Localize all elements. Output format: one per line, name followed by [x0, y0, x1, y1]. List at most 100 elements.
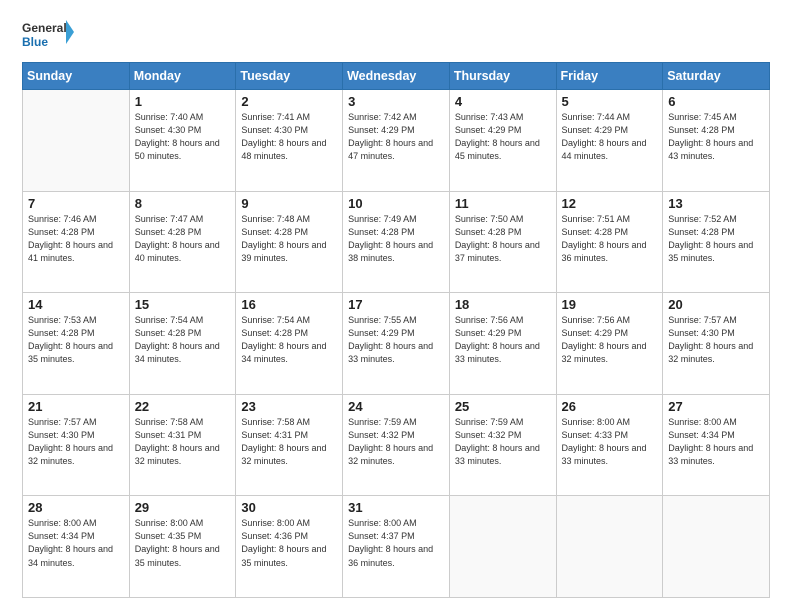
day-header: Thursday	[449, 63, 556, 90]
day-header: Wednesday	[343, 63, 450, 90]
calendar-cell	[449, 496, 556, 598]
cell-info: Sunrise: 7:59 AM Sunset: 4:32 PM Dayligh…	[348, 416, 444, 468]
calendar-cell: 15Sunrise: 7:54 AM Sunset: 4:28 PM Dayli…	[129, 293, 236, 395]
calendar-week-row: 1Sunrise: 7:40 AM Sunset: 4:30 PM Daylig…	[23, 90, 770, 192]
cell-info: Sunrise: 8:00 AM Sunset: 4:36 PM Dayligh…	[241, 517, 337, 569]
calendar-cell: 19Sunrise: 7:56 AM Sunset: 4:29 PM Dayli…	[556, 293, 663, 395]
day-number: 2	[241, 94, 337, 109]
day-number: 12	[562, 196, 658, 211]
calendar-cell: 22 Sunrise: 7:58 AM Sunset: 4:31 PM Dayli…	[129, 394, 236, 496]
cell-info: Sunrise: 7:45 AM Sunset: 4:28 PM Dayligh…	[668, 111, 764, 163]
logo-svg: General Blue	[22, 18, 74, 54]
cell-info: Sunrise: 7:53 AM Sunset: 4:28 PM Dayligh…	[28, 314, 124, 366]
calendar-cell: 21 Sunrise: 7:57 AM Sunset: 4:30 PM Dayli…	[23, 394, 130, 496]
calendar-cell: 16 Sunrise: 7:54 AM Sunset: 4:28 PM Dayli…	[236, 293, 343, 395]
cell-info: Sunrise: 7:41 AM Sunset: 4:30 PM Dayligh…	[241, 111, 337, 163]
calendar-week-row: 28 Sunrise: 8:00 AM Sunset: 4:34 PM Dayli…	[23, 496, 770, 598]
calendar-cell: 1Sunrise: 7:40 AM Sunset: 4:30 PM Daylig…	[129, 90, 236, 192]
day-number: 28	[28, 500, 124, 515]
cell-info: Sunrise: 7:59 AM Sunset: 4:32 PM Dayligh…	[455, 416, 551, 468]
day-header: Saturday	[663, 63, 770, 90]
cell-info: Sunrise: 7:48 AM Sunset: 4:28 PM Dayligh…	[241, 213, 337, 265]
calendar-cell: 23Sunrise: 7:58 AM Sunset: 4:31 PM Dayli…	[236, 394, 343, 496]
calendar-cell: 20 Sunrise: 7:57 AM Sunset: 4:30 PM Dayli…	[663, 293, 770, 395]
calendar-cell: 3Sunrise: 7:42 AM Sunset: 4:29 PM Daylig…	[343, 90, 450, 192]
calendar-cell: 26 Sunrise: 8:00 AM Sunset: 4:33 PM Dayli…	[556, 394, 663, 496]
calendar-table: SundayMondayTuesdayWednesdayThursdayFrid…	[22, 62, 770, 598]
day-number: 31	[348, 500, 444, 515]
day-number: 17	[348, 297, 444, 312]
day-number: 7	[28, 196, 124, 211]
day-number: 5	[562, 94, 658, 109]
calendar-cell: 4Sunrise: 7:43 AM Sunset: 4:29 PM Daylig…	[449, 90, 556, 192]
calendar-cell: 31 Sunrise: 8:00 AM Sunset: 4:37 PM Dayli…	[343, 496, 450, 598]
day-number: 1	[135, 94, 231, 109]
day-number: 18	[455, 297, 551, 312]
calendar-cell: 8 Sunrise: 7:47 AM Sunset: 4:28 PM Daylig…	[129, 191, 236, 293]
day-number: 16	[241, 297, 337, 312]
calendar-cell: 6 Sunrise: 7:45 AM Sunset: 4:28 PM Daylig…	[663, 90, 770, 192]
header: General Blue	[22, 18, 770, 54]
calendar-cell: 29 Sunrise: 8:00 AM Sunset: 4:35 PM Dayli…	[129, 496, 236, 598]
cell-info: Sunrise: 8:00 AM Sunset: 4:34 PM Dayligh…	[668, 416, 764, 468]
day-number: 9	[241, 196, 337, 211]
calendar-cell: 28 Sunrise: 8:00 AM Sunset: 4:34 PM Dayli…	[23, 496, 130, 598]
calendar-cell: 25 Sunrise: 7:59 AM Sunset: 4:32 PM Dayli…	[449, 394, 556, 496]
svg-text:General: General	[22, 21, 67, 35]
calendar-cell: 30Sunrise: 8:00 AM Sunset: 4:36 PM Dayli…	[236, 496, 343, 598]
cell-info: Sunrise: 7:58 AM Sunset: 4:31 PM Dayligh…	[135, 416, 231, 468]
cell-info: Sunrise: 7:56 AM Sunset: 4:29 PM Dayligh…	[562, 314, 658, 366]
page: General Blue SundayMondayTuesdayWednesda…	[0, 0, 792, 612]
calendar-cell: 11 Sunrise: 7:50 AM Sunset: 4:28 PM Dayli…	[449, 191, 556, 293]
cell-info: Sunrise: 7:54 AM Sunset: 4:28 PM Dayligh…	[241, 314, 337, 366]
day-number: 29	[135, 500, 231, 515]
cell-info: Sunrise: 7:46 AM Sunset: 4:28 PM Dayligh…	[28, 213, 124, 265]
calendar-cell: 9 Sunrise: 7:48 AM Sunset: 4:28 PM Daylig…	[236, 191, 343, 293]
day-number: 20	[668, 297, 764, 312]
cell-info: Sunrise: 7:43 AM Sunset: 4:29 PM Dayligh…	[455, 111, 551, 163]
calendar-week-row: 14 Sunrise: 7:53 AM Sunset: 4:28 PM Dayli…	[23, 293, 770, 395]
cell-info: Sunrise: 8:00 AM Sunset: 4:33 PM Dayligh…	[562, 416, 658, 468]
calendar-cell: 24 Sunrise: 7:59 AM Sunset: 4:32 PM Dayli…	[343, 394, 450, 496]
cell-info: Sunrise: 8:00 AM Sunset: 4:35 PM Dayligh…	[135, 517, 231, 569]
day-number: 8	[135, 196, 231, 211]
calendar-cell	[663, 496, 770, 598]
calendar-header-row: SundayMondayTuesdayWednesdayThursdayFrid…	[23, 63, 770, 90]
day-header: Friday	[556, 63, 663, 90]
day-number: 21	[28, 399, 124, 414]
day-number: 11	[455, 196, 551, 211]
calendar-cell: 17Sunrise: 7:55 AM Sunset: 4:29 PM Dayli…	[343, 293, 450, 395]
calendar-cell: 2 Sunrise: 7:41 AM Sunset: 4:30 PM Daylig…	[236, 90, 343, 192]
cell-info: Sunrise: 7:44 AM Sunset: 4:29 PM Dayligh…	[562, 111, 658, 163]
day-header: Sunday	[23, 63, 130, 90]
calendar-cell: 27Sunrise: 8:00 AM Sunset: 4:34 PM Dayli…	[663, 394, 770, 496]
cell-info: Sunrise: 7:51 AM Sunset: 4:28 PM Dayligh…	[562, 213, 658, 265]
day-header: Tuesday	[236, 63, 343, 90]
cell-info: Sunrise: 7:58 AM Sunset: 4:31 PM Dayligh…	[241, 416, 337, 468]
cell-info: Sunrise: 7:47 AM Sunset: 4:28 PM Dayligh…	[135, 213, 231, 265]
day-number: 26	[562, 399, 658, 414]
calendar-cell	[556, 496, 663, 598]
calendar-cell: 5 Sunrise: 7:44 AM Sunset: 4:29 PM Daylig…	[556, 90, 663, 192]
day-number: 6	[668, 94, 764, 109]
cell-info: Sunrise: 7:56 AM Sunset: 4:29 PM Dayligh…	[455, 314, 551, 366]
day-number: 25	[455, 399, 551, 414]
cell-info: Sunrise: 8:00 AM Sunset: 4:37 PM Dayligh…	[348, 517, 444, 569]
svg-text:Blue: Blue	[22, 35, 48, 49]
day-header: Monday	[129, 63, 236, 90]
day-number: 14	[28, 297, 124, 312]
cell-info: Sunrise: 7:52 AM Sunset: 4:28 PM Dayligh…	[668, 213, 764, 265]
calendar-week-row: 7 Sunrise: 7:46 AM Sunset: 4:28 PM Daylig…	[23, 191, 770, 293]
cell-info: Sunrise: 7:57 AM Sunset: 4:30 PM Dayligh…	[28, 416, 124, 468]
cell-info: Sunrise: 7:50 AM Sunset: 4:28 PM Dayligh…	[455, 213, 551, 265]
day-number: 22	[135, 399, 231, 414]
cell-info: Sunrise: 8:00 AM Sunset: 4:34 PM Dayligh…	[28, 517, 124, 569]
day-number: 10	[348, 196, 444, 211]
calendar-cell: 13 Sunrise: 7:52 AM Sunset: 4:28 PM Dayli…	[663, 191, 770, 293]
day-number: 13	[668, 196, 764, 211]
day-number: 15	[135, 297, 231, 312]
logo: General Blue	[22, 18, 74, 54]
calendar-cell: 12 Sunrise: 7:51 AM Sunset: 4:28 PM Dayli…	[556, 191, 663, 293]
day-number: 24	[348, 399, 444, 414]
cell-info: Sunrise: 7:57 AM Sunset: 4:30 PM Dayligh…	[668, 314, 764, 366]
